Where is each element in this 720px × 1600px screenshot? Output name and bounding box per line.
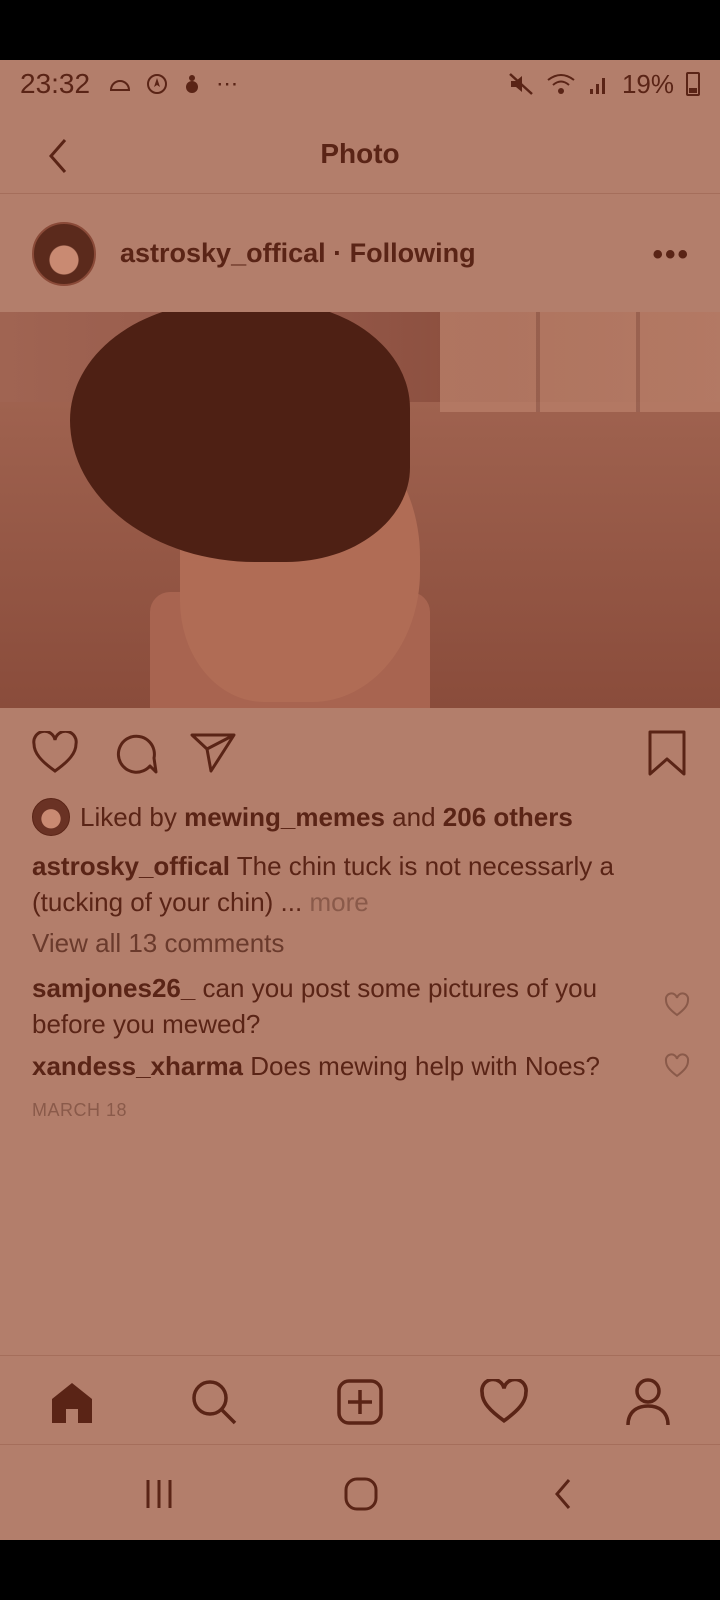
comment-like-icon[interactable] bbox=[664, 992, 690, 1018]
post-header: astrosky_offical · Following ••• bbox=[0, 194, 720, 314]
recent-apps-button[interactable] bbox=[134, 1469, 184, 1519]
location-icon bbox=[147, 74, 168, 94]
liker-username[interactable]: mewing_memes bbox=[184, 802, 385, 832]
home-circle-icon bbox=[344, 1477, 378, 1511]
comment-item: samjones26_ can you post some pictures o… bbox=[32, 970, 632, 1042]
heart-icon bbox=[32, 731, 78, 773]
battery-percent: 19% bbox=[621, 68, 674, 99]
battery-icon bbox=[686, 72, 700, 96]
cloud-icon bbox=[110, 80, 131, 91]
system-nav-bar bbox=[0, 1445, 720, 1540]
likes-middle: and bbox=[384, 801, 443, 832]
post-photo[interactable] bbox=[0, 312, 720, 708]
author-username[interactable]: astrosky_offical bbox=[120, 238, 326, 268]
back-chevron-icon bbox=[555, 1479, 571, 1509]
wifi-icon bbox=[547, 74, 575, 94]
caption-more-link[interactable]: more bbox=[309, 887, 368, 917]
heart-icon bbox=[480, 1379, 528, 1423]
post-date: MARCH 18 bbox=[32, 1100, 128, 1120]
comment-text: Does mewing help with Noes? bbox=[243, 1051, 600, 1081]
save-button[interactable] bbox=[642, 728, 692, 778]
author-avatar[interactable] bbox=[32, 222, 96, 286]
comment-username[interactable]: xandess_xharma bbox=[32, 1051, 243, 1081]
comment-like-icon[interactable] bbox=[664, 1053, 690, 1079]
separator-dot: · bbox=[325, 238, 350, 268]
likes-line[interactable]: Liked by mewing_memes and 206 others bbox=[32, 798, 573, 836]
send-icon bbox=[190, 733, 236, 773]
post-actions bbox=[0, 720, 720, 790]
more-notifications-icon: ⋯ bbox=[216, 71, 239, 96]
page-title: Photo bbox=[320, 138, 400, 169]
home-icon bbox=[52, 1383, 92, 1423]
follow-status[interactable]: Following bbox=[350, 238, 476, 268]
share-button[interactable] bbox=[188, 728, 238, 778]
view-all-comments-link[interactable]: View all 13 comments bbox=[32, 928, 284, 959]
status-left-icons: ⋯ bbox=[108, 71, 238, 97]
comment-button[interactable] bbox=[110, 728, 160, 778]
home-system-button[interactable] bbox=[336, 1469, 386, 1519]
nav-search[interactable] bbox=[186, 1374, 242, 1430]
nav-activity[interactable] bbox=[476, 1374, 532, 1430]
caption-username[interactable]: astrosky_offical bbox=[32, 851, 230, 881]
bottom-nav bbox=[0, 1355, 720, 1445]
liker-avatar bbox=[32, 798, 70, 836]
post-options-button[interactable]: ••• bbox=[652, 238, 690, 272]
post-caption: astrosky_offical The chin tuck is not ne… bbox=[32, 848, 692, 920]
mute-icon bbox=[509, 73, 533, 95]
bottom-black-bar bbox=[0, 1540, 720, 1600]
app-notification-icon bbox=[186, 75, 199, 93]
nav-profile[interactable] bbox=[620, 1374, 676, 1430]
top-app-bar: Photo bbox=[0, 118, 720, 194]
top-black-bar bbox=[0, 0, 720, 60]
status-time: 23:32 bbox=[20, 68, 91, 99]
comment-item: xandess_xharma Does mewing help with Noe… bbox=[32, 1048, 632, 1084]
profile-icon bbox=[626, 1378, 670, 1426]
comment-icon bbox=[116, 734, 158, 774]
likes-count[interactable]: 206 others bbox=[443, 802, 573, 832]
signal-icon bbox=[589, 78, 605, 94]
nav-home[interactable] bbox=[44, 1374, 100, 1430]
photo-tiles bbox=[440, 312, 720, 412]
search-icon bbox=[192, 1380, 237, 1425]
back-system-button[interactable] bbox=[538, 1469, 588, 1519]
status-bar: 23:32 ⋯ 19% bbox=[0, 60, 720, 108]
nav-new-post[interactable] bbox=[332, 1374, 388, 1430]
recent-apps-icon bbox=[146, 1480, 172, 1508]
author-line: astrosky_offical · Following bbox=[120, 238, 476, 269]
comment-username[interactable]: samjones26_ bbox=[32, 973, 195, 1003]
status-right-icons: 19% bbox=[508, 69, 700, 100]
add-post-icon bbox=[337, 1379, 383, 1425]
like-button[interactable] bbox=[30, 728, 80, 778]
likes-text: Liked by mewing_memes and 206 others bbox=[80, 802, 573, 833]
bookmark-icon bbox=[648, 730, 686, 776]
likes-prefix: Liked by bbox=[80, 801, 185, 832]
app-screen: 23:32 ⋯ 19% Photo astrosky_offical · Fol… bbox=[0, 60, 720, 1540]
